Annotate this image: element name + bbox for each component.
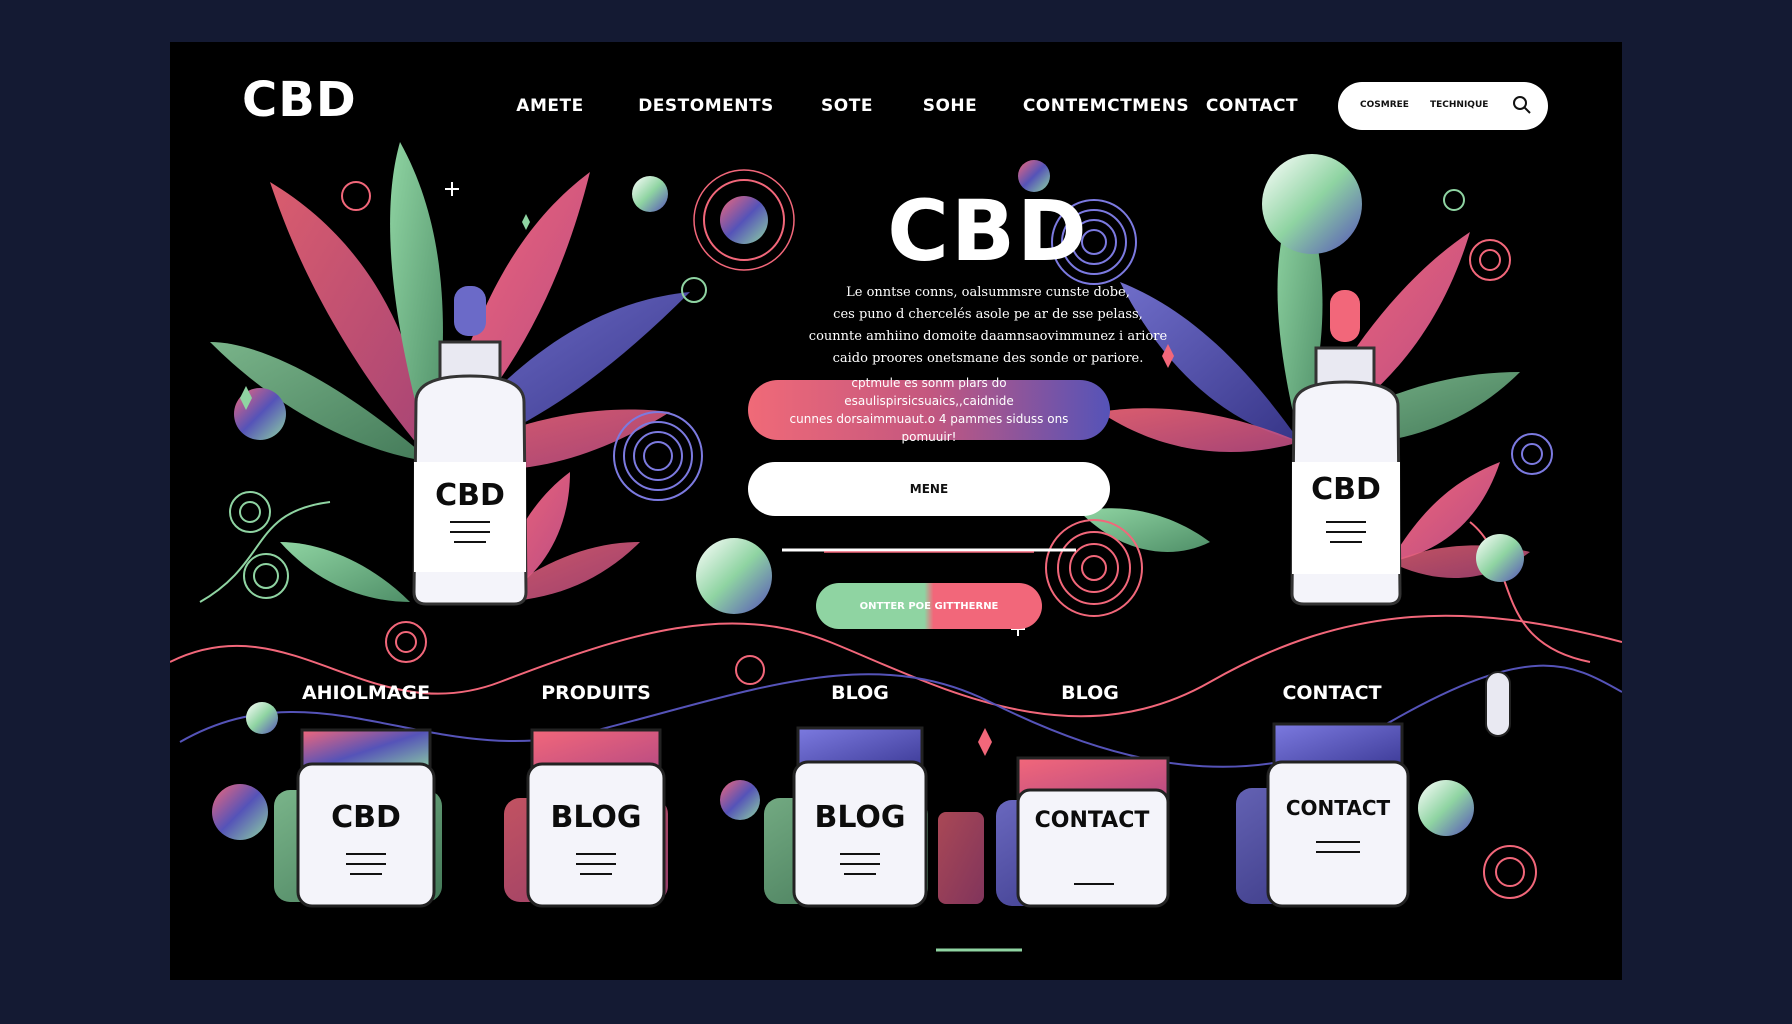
jar-label-2[interactable]: BLOG [550, 800, 641, 835]
nav-item-5[interactable]: CONTEMCTMENS [1023, 96, 1189, 116]
hero-description-line: counnte amhiino domoite daamnsaovimmunez… [808, 329, 1168, 344]
section-label-produits[interactable]: PRODUITS [541, 682, 651, 704]
jar-label-1[interactable]: CBD [331, 800, 401, 835]
jar-label-5[interactable]: CONTACT [1286, 796, 1390, 820]
left-bottle-label: CBD [435, 478, 505, 513]
promo-line: cptmule es sonm plars do esaulispirsicsu… [844, 376, 1014, 408]
section-label-blog[interactable]: BLOG [831, 682, 889, 704]
hero-description-line: caido proores onetsmane des sonde or par… [832, 351, 1144, 366]
hero-description-line: Le onntse conns, oalsummsre cunste dobe, [846, 285, 1130, 300]
cta-button[interactable]: ONTTER POE GITTHERNE [816, 583, 1042, 629]
hero-description: Le onntse conns, oalsummsre cunste dobe,… [760, 282, 1216, 370]
search-option-2[interactable]: TECHNIQUE [1430, 100, 1488, 110]
search-bar[interactable]: COSMREE TECHNIQUE [1338, 82, 1548, 130]
search-icon[interactable] [1512, 95, 1532, 115]
promo-banner[interactable]: cptmule es sonm plars do esaulispirsicsu… [748, 376, 1110, 444]
jar-label-4[interactable]: CONTACT [1035, 808, 1150, 833]
nav-item-1[interactable]: AMETE [516, 96, 583, 116]
menu-button[interactable]: MENE [748, 462, 1110, 516]
nav-item-contact[interactable]: CONTACT [1206, 96, 1298, 116]
promo-line: cunnes dorsaimmuaut.o 4 pammes siduss on… [789, 412, 1069, 444]
page-frame: CBD AMETE DESTOMENTS SOTE SOHE CONTEMCTM… [170, 42, 1622, 980]
jar-label-3[interactable]: BLOG [814, 800, 905, 835]
section-label-contact[interactable]: CONTACT [1282, 682, 1381, 704]
hero-title: CBD [887, 182, 1089, 280]
nav-item-2[interactable]: DESTOMENTS [638, 96, 774, 116]
nav-item-4[interactable]: SOHE [923, 96, 978, 116]
right-bottle-label: CBD [1311, 472, 1381, 507]
section-label-blog-2[interactable]: BLOG [1061, 682, 1119, 704]
hero-description-line: ces puno d chercelés asole pe ar de sse … [833, 307, 1143, 322]
section-label-1[interactable]: AHIOLMAGE [302, 682, 430, 704]
nav-item-3[interactable]: SOTE [821, 96, 873, 116]
search-option-1[interactable]: COSMREE [1360, 100, 1409, 110]
